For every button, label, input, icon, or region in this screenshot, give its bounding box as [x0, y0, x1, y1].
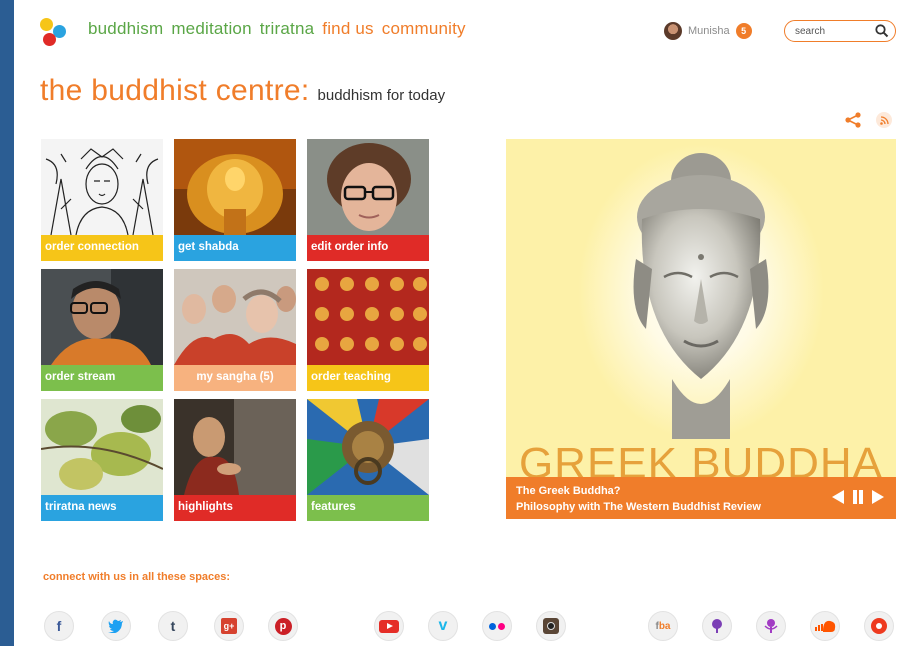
notification-badge[interactable]: 5: [735, 23, 752, 39]
tile-label: my sangha (5): [174, 365, 296, 391]
tile-label: highlights: [174, 495, 296, 521]
tile-label: features: [307, 495, 429, 521]
nav-meditation[interactable]: meditation: [171, 19, 251, 39]
dalai-lama-image: [174, 399, 296, 495]
other-social-icon[interactable]: [864, 611, 894, 641]
tile-order-teaching[interactable]: order teaching: [307, 269, 429, 391]
tile-order-connection[interactable]: order connection: [41, 139, 163, 261]
previous-icon[interactable]: [830, 489, 846, 505]
audio-icon[interactable]: [756, 611, 786, 641]
search-box: [784, 20, 896, 42]
tile-edit-order-info[interactable]: edit order info: [307, 139, 429, 261]
pinterest-icon[interactable]: p: [268, 611, 298, 641]
portrait-woman-glasses-image: [307, 139, 429, 235]
tile-grid: order connection get shabda edit order i…: [41, 139, 429, 521]
tile-label: get shabda: [174, 235, 296, 261]
nav-community[interactable]: community: [382, 19, 466, 39]
temple-door-knocker-image: [307, 399, 429, 495]
twitter-icon[interactable]: [101, 611, 131, 641]
greek-buddha-head-image: [633, 153, 769, 439]
soundcloud-icon[interactable]: [810, 611, 840, 641]
slideshow-controls: [830, 489, 886, 505]
search-input[interactable]: [795, 25, 867, 37]
fba-icon[interactable]: f ba: [648, 611, 678, 641]
main-nav: buddhism meditation triratna find us com…: [88, 19, 466, 39]
tile-label: edit order info: [307, 235, 429, 261]
nav-triratna[interactable]: triratna: [260, 19, 315, 39]
instagram-icon[interactable]: [536, 611, 566, 641]
avatar: [664, 22, 682, 40]
golden-shrine-image: [174, 139, 296, 235]
google-plus-icon[interactable]: g+: [214, 611, 244, 641]
tile-triratna-news[interactable]: triratna news: [41, 399, 163, 521]
sangha-group-image: [174, 269, 296, 365]
nav-buddhism[interactable]: buddhism: [88, 19, 163, 39]
page: buddhism meditation triratna find us com…: [14, 0, 914, 646]
tile-label: order stream: [41, 365, 163, 391]
podcast-icon[interactable]: [702, 611, 732, 641]
vimeo-icon[interactable]: v: [428, 611, 458, 641]
tile-label: order teaching: [307, 365, 429, 391]
tile-get-shabda[interactable]: get shabda: [174, 139, 296, 261]
page-title: the buddhist centre: buddhism for today: [40, 74, 445, 108]
monk-portrait-image: [41, 269, 163, 365]
tile-label: order connection: [41, 235, 163, 261]
next-icon[interactable]: [870, 489, 886, 505]
leaves-image: [41, 399, 163, 495]
nav-find-us[interactable]: find us: [322, 19, 374, 39]
rss-icon[interactable]: [876, 112, 892, 128]
flickr-icon[interactable]: [482, 611, 512, 641]
tile-my-sangha[interactable]: my sangha (5): [174, 269, 296, 391]
connect-label: connect with us in all these spaces:: [43, 571, 231, 583]
site-logo[interactable]: [38, 18, 72, 48]
site-subtitle: buddhism for today: [317, 87, 446, 104]
tumblr-icon[interactable]: t: [158, 611, 188, 641]
tile-label: triratna news: [41, 495, 163, 521]
tile-highlights[interactable]: highlights: [174, 399, 296, 521]
bodhisattva-drawing-image: [41, 139, 163, 235]
tile-features[interactable]: features: [307, 399, 429, 521]
tile-order-stream[interactable]: order stream: [41, 269, 163, 391]
site-title: the buddhist centre:: [40, 74, 310, 107]
user-menu[interactable]: Munisha 5: [664, 22, 752, 40]
user-name: Munisha: [688, 25, 730, 37]
youtube-icon[interactable]: [374, 611, 404, 641]
share-icon[interactable]: [844, 112, 862, 133]
feature-caption[interactable]: The Greek Buddha? Philosophy with The We…: [506, 477, 896, 519]
facebook-icon[interactable]: f: [44, 611, 74, 641]
feature-slideshow[interactable]: GREEK BUDDHA The Greek Buddha? Philosoph…: [506, 139, 896, 519]
thangka-buddhas-image: [307, 269, 429, 365]
search-icon[interactable]: [875, 24, 889, 41]
pause-icon[interactable]: [852, 489, 864, 505]
